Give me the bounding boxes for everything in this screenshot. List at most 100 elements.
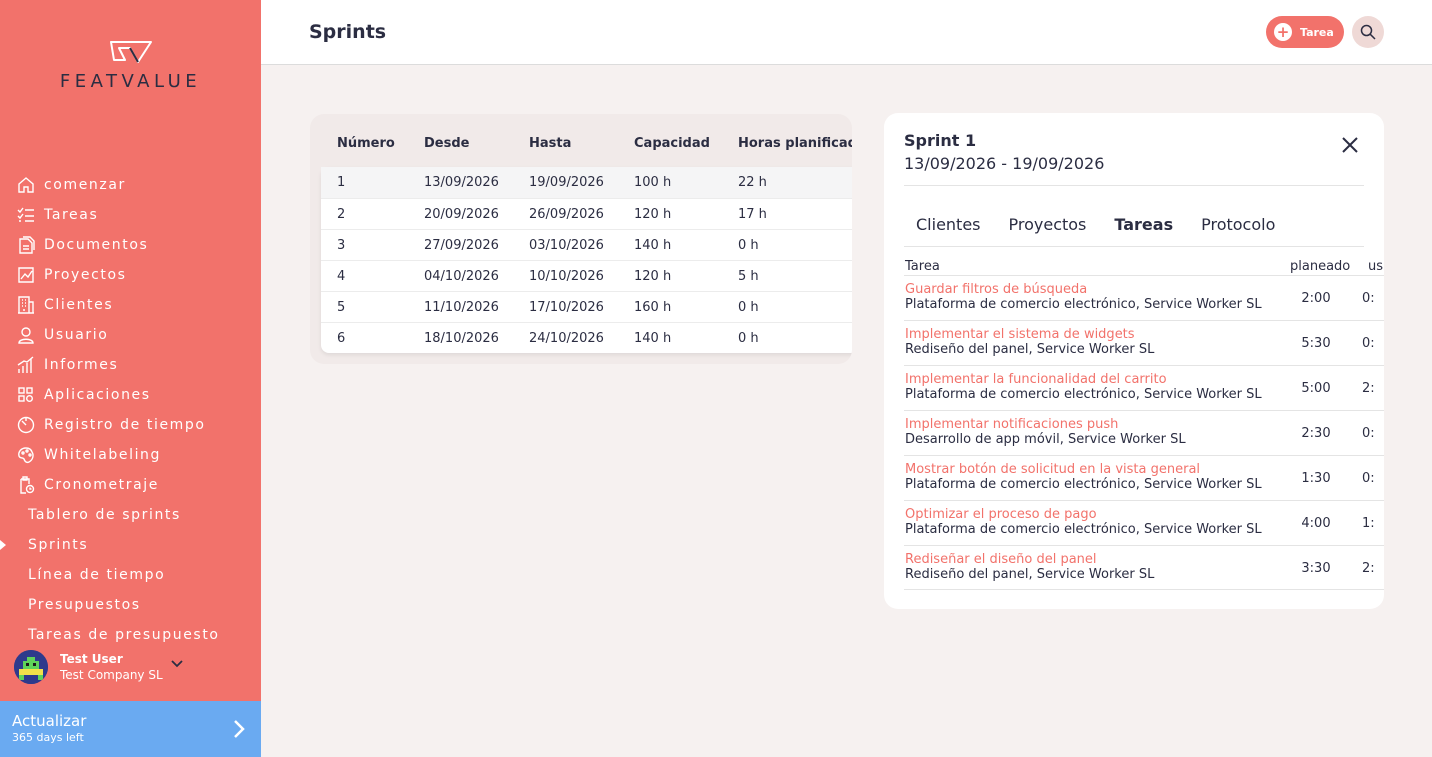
sidebar-item-label: Usuario bbox=[44, 327, 109, 343]
add-task-button[interactable]: + Tarea bbox=[1266, 16, 1344, 48]
cell-hasta: 10/10/2026 bbox=[529, 268, 604, 284]
cell-hasta: 26/09/2026 bbox=[529, 206, 604, 222]
building-icon bbox=[17, 296, 35, 314]
palette-icon bbox=[17, 446, 35, 464]
sidebar-item-label: Tareas bbox=[44, 207, 99, 223]
column-header-desde[interactable]: Desde bbox=[424, 136, 529, 156]
table-row[interactable]: 6 18/10/2026 24/10/2026 140 h 0 h bbox=[321, 322, 852, 353]
cell-hasta: 19/09/2026 bbox=[529, 175, 604, 190]
user-icon bbox=[17, 326, 35, 344]
sidebar-subitem-linea-de-tiempo[interactable]: Línea de tiempo bbox=[0, 560, 261, 590]
task-used: 0: bbox=[1362, 336, 1375, 351]
sprint-title: Sprint 1 bbox=[904, 131, 977, 150]
task-used: 1: bbox=[1362, 516, 1375, 531]
column-header-hasta[interactable]: Hasta bbox=[529, 136, 634, 156]
task-name-link[interactable]: Implementar el sistema de widgets bbox=[905, 327, 1135, 342]
sidebar-item-proyectos[interactable]: Proyectos bbox=[0, 260, 261, 290]
sidebar-item-clientes[interactable]: Clientes bbox=[0, 290, 261, 320]
cell-horas-planificadas: 0 h bbox=[738, 299, 759, 315]
sidebar-item-label: Cronometraje bbox=[44, 477, 160, 493]
search-icon bbox=[1360, 24, 1376, 40]
task-project: Rediseño del panel, Service Worker SL bbox=[905, 342, 1155, 357]
tab-protocolo[interactable]: Protocolo bbox=[1201, 215, 1275, 234]
tab-proyectos[interactable]: Proyectos bbox=[1009, 215, 1087, 234]
task-row[interactable]: Implementar notificaciones push Desarrol… bbox=[904, 410, 1384, 455]
sidebar-item-tareas[interactable]: Tareas bbox=[0, 200, 261, 230]
sidebar-item-comenzar[interactable]: comenzar bbox=[0, 170, 261, 200]
task-planned: 2:30 bbox=[1301, 426, 1331, 441]
chevron-down-icon[interactable] bbox=[171, 660, 183, 668]
brand-logo[interactable]: FEATVALUE bbox=[0, 40, 261, 92]
sidebar: FEATVALUE comenzar Tareas Documentos Pro… bbox=[0, 0, 261, 757]
plus-icon: + bbox=[1274, 23, 1292, 41]
cell-horas-planificadas: 17 h bbox=[738, 206, 767, 222]
column-header-usado: us bbox=[1368, 259, 1384, 274]
search-button[interactable] bbox=[1352, 16, 1384, 48]
column-header-planeado: planeado bbox=[1290, 259, 1351, 274]
sidebar-subitem-presupuestos[interactable]: Presupuestos bbox=[0, 590, 261, 620]
task-name-link[interactable]: Implementar la funcionalidad del carrito bbox=[905, 372, 1167, 387]
tab-clientes[interactable]: Clientes bbox=[916, 215, 981, 234]
sidebar-item-usuario[interactable]: Usuario bbox=[0, 320, 261, 350]
column-header-horas-planificadas[interactable]: Horas planificadas bbox=[738, 136, 852, 156]
task-project: Rediseño del panel, Service Worker SL bbox=[905, 567, 1155, 582]
timer-icon bbox=[17, 416, 35, 434]
sidebar-subitem-tablero-de-sprints[interactable]: Tablero de sprints bbox=[0, 500, 261, 530]
table-row[interactable]: 3 27/09/2026 03/10/2026 140 h 0 h bbox=[321, 229, 852, 260]
user-info: Test User Test Company SL bbox=[60, 651, 163, 683]
task-row[interactable]: Implementar la funcionalidad del carrito… bbox=[904, 365, 1384, 410]
task-name-link[interactable]: Optimizar el proceso de pago bbox=[905, 507, 1097, 522]
sidebar-item-whitelabeling[interactable]: Whitelabeling bbox=[0, 440, 261, 470]
sidebar-item-cronometraje[interactable]: Cronometraje bbox=[0, 470, 261, 500]
table-row[interactable]: 5 11/10/2026 17/10/2026 160 h 0 h bbox=[321, 291, 852, 322]
table-row[interactable]: 2 20/09/2026 26/09/2026 120 h 17 h bbox=[321, 198, 852, 229]
task-used: 0: bbox=[1362, 426, 1375, 441]
main-nav: comenzar Tareas Documentos Proyectos Cli… bbox=[0, 170, 261, 650]
detail-tabs: Clientes Proyectos Tareas Protocolo bbox=[916, 215, 1303, 234]
task-row[interactable]: Optimizar el proceso de pago Plataforma … bbox=[904, 500, 1384, 545]
cell-desde: 04/10/2026 bbox=[424, 268, 499, 284]
chevron-right-icon bbox=[234, 720, 245, 738]
task-row[interactable]: Guardar filtros de búsqueda Plataforma d… bbox=[904, 275, 1384, 320]
tasks-table-body: Guardar filtros de búsqueda Plataforma d… bbox=[904, 275, 1384, 590]
sidebar-subitem-sprints[interactable]: Sprints bbox=[0, 530, 261, 560]
sidebar-item-registro-de-tiempo[interactable]: Registro de tiempo bbox=[0, 410, 261, 440]
cell-desde: 18/10/2026 bbox=[424, 330, 499, 346]
user-menu[interactable]: Test User Test Company SL bbox=[14, 650, 183, 684]
brand-name: FEATVALUE bbox=[59, 71, 202, 92]
cell-hasta: 17/10/2026 bbox=[529, 299, 604, 315]
task-name-link[interactable]: Implementar notificaciones push bbox=[905, 417, 1118, 432]
column-header-capacidad[interactable]: Capacidad bbox=[634, 136, 738, 156]
task-used: 0: bbox=[1362, 291, 1375, 306]
task-name-link[interactable]: Guardar filtros de búsqueda bbox=[905, 282, 1087, 297]
task-project: Plataforma de comercio electrónico, Serv… bbox=[905, 522, 1262, 537]
task-row[interactable]: Implementar el sistema de widgets Redise… bbox=[904, 320, 1384, 365]
sidebar-item-informes[interactable]: Informes bbox=[0, 350, 261, 380]
task-project: Desarrollo de app móvil, Service Worker … bbox=[905, 432, 1186, 447]
sidebar-item-aplicaciones[interactable]: Aplicaciones bbox=[0, 380, 261, 410]
cell-numero: 5 bbox=[337, 299, 346, 315]
tab-tareas[interactable]: Tareas bbox=[1114, 215, 1173, 234]
task-row[interactable]: Mostrar botón de solicitud en la vista g… bbox=[904, 455, 1384, 500]
column-header-numero[interactable]: Número bbox=[310, 136, 424, 156]
sidebar-item-documentos[interactable]: Documentos bbox=[0, 230, 261, 260]
upgrade-banner[interactable]: Actualizar 365 days left bbox=[0, 701, 261, 757]
task-used: 0: bbox=[1362, 471, 1375, 486]
table-row[interactable]: 1 13/09/2026 19/09/2026 100 h 22 h bbox=[321, 167, 852, 198]
cell-horas-planificadas: 22 h bbox=[738, 175, 767, 190]
task-planned: 4:00 bbox=[1301, 516, 1331, 531]
table-header: Número Desde Hasta Capacidad Horas plani… bbox=[310, 136, 852, 156]
upgrade-days-left: 365 days left bbox=[12, 731, 84, 744]
cell-numero: 3 bbox=[337, 237, 346, 253]
table-row[interactable]: 4 04/10/2026 10/10/2026 120 h 5 h bbox=[321, 260, 852, 291]
user-company: Test Company SL bbox=[60, 668, 163, 682]
documents-icon bbox=[17, 236, 35, 254]
sidebar-subitem-tareas-de-presupuesto[interactable]: Tareas de presupuesto bbox=[0, 620, 261, 650]
cell-numero: 4 bbox=[337, 268, 346, 284]
cell-horas-planificadas: 0 h bbox=[738, 237, 759, 253]
top-header: Sprints + Tarea bbox=[261, 0, 1432, 65]
task-name-link[interactable]: Rediseñar el diseño del panel bbox=[905, 552, 1097, 567]
close-icon[interactable] bbox=[1342, 137, 1358, 153]
task-row[interactable]: Rediseñar el diseño del panel Rediseño d… bbox=[904, 545, 1384, 590]
task-name-link[interactable]: Mostrar botón de solicitud en la vista g… bbox=[905, 462, 1200, 477]
